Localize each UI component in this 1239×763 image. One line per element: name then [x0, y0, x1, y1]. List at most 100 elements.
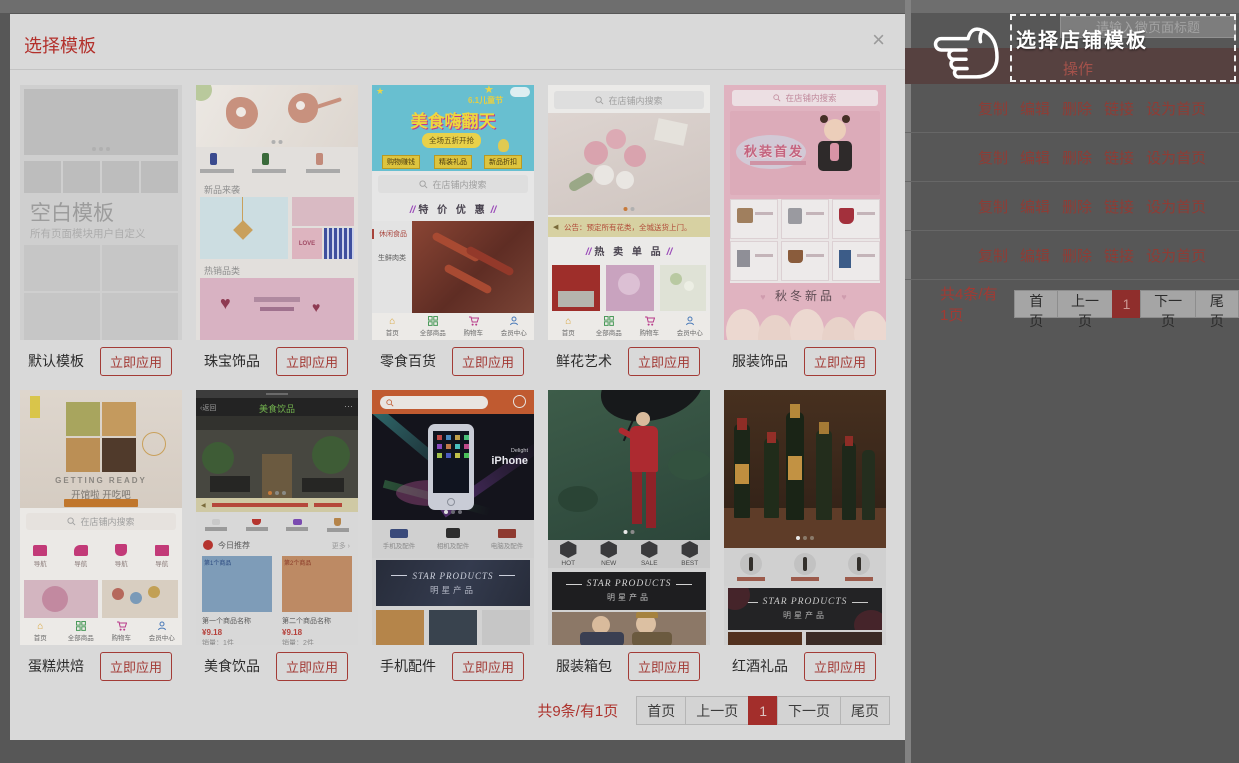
- current-page-button[interactable]: 1: [1112, 290, 1142, 318]
- last-page-button[interactable]: 尾页: [840, 696, 890, 725]
- apply-template-button[interactable]: 立即应用: [628, 347, 700, 376]
- heart-icon: ♥: [220, 293, 231, 314]
- mini-tabbar: ⌂首页 全部商品 购物车 会员中心: [548, 313, 710, 340]
- side-tab: 生鲜肉类: [372, 253, 412, 263]
- notice-bar: ◀ 公告：预定所有花类，全城送货上门。: [548, 217, 710, 237]
- first-page-button[interactable]: 首页: [636, 696, 686, 725]
- apply-template-button[interactable]: 立即应用: [804, 347, 876, 376]
- tab-cart: 购物车: [453, 313, 494, 340]
- delete-link[interactable]: 删除: [1062, 98, 1092, 119]
- model-oval: [726, 309, 760, 340]
- copy-link[interactable]: 复制: [978, 196, 1008, 217]
- brand: iPhone: [491, 455, 528, 467]
- yellow-tag: [30, 396, 40, 418]
- apply-template-button[interactable]: 立即应用: [100, 652, 172, 681]
- carousel-dots: [444, 510, 462, 514]
- first-page-button[interactable]: 首页: [1014, 290, 1058, 318]
- edit-link[interactable]: 编辑: [1020, 98, 1050, 119]
- plant: [312, 436, 350, 474]
- banner-button: 精装礼品: [434, 155, 472, 169]
- template-name: 珠宝饰品: [204, 351, 260, 371]
- menu-item: [196, 514, 237, 536]
- phone-screen: [433, 431, 469, 493]
- section-icon: [203, 540, 213, 550]
- apply-template-button[interactable]: 立即应用: [100, 347, 172, 376]
- set-home-link[interactable]: 设为首页: [1146, 147, 1206, 168]
- phone-body: [428, 424, 474, 510]
- edit-link[interactable]: 编辑: [1020, 147, 1050, 168]
- hex-badge: [640, 541, 659, 558]
- background-pagination: 共4条/有1页 首页 上一页 1 下一页 尾页: [905, 289, 1239, 319]
- speaker-icon: ◀: [553, 223, 558, 231]
- set-home-link[interactable]: 设为首页: [1146, 245, 1206, 266]
- carousel-dots: [92, 147, 110, 151]
- copy-link[interactable]: 复制: [978, 147, 1008, 168]
- red-suit: [630, 426, 658, 472]
- template-card: 空白模板 所有页面模块用户自定义 默认模板 立即应用: [20, 85, 182, 376]
- delete-link[interactable]: 删除: [1062, 245, 1092, 266]
- set-home-link[interactable]: 设为首页: [1146, 196, 1206, 217]
- delete-link[interactable]: 删除: [1062, 147, 1092, 168]
- prev-page-button[interactable]: 上一页: [685, 696, 749, 725]
- tab-products: 全部商品: [61, 618, 102, 645]
- category-text-bar: [252, 169, 286, 173]
- girl-face: [824, 119, 846, 141]
- label-bar: [806, 212, 824, 215]
- set-home-link[interactable]: 设为首页: [1146, 98, 1206, 119]
- category-text-bar: [200, 169, 234, 173]
- suit-photo: [548, 390, 710, 540]
- title-bar: ‹返回 美食饮品 ⋯: [196, 398, 358, 416]
- cookie: [130, 592, 142, 604]
- counter: [196, 416, 358, 430]
- copy-link[interactable]: 复制: [978, 245, 1008, 266]
- drink-icon: [334, 518, 341, 526]
- apply-template-button[interactable]: 立即应用: [276, 347, 348, 376]
- cookie: [148, 586, 160, 598]
- apply-template-button[interactable]: 立即应用: [628, 652, 700, 681]
- star-products-banner: STAR PRODUCTS 明星产品: [728, 588, 882, 630]
- grid-cell: [832, 199, 880, 239]
- template-name: 手机配件: [380, 656, 436, 676]
- apply-template-button[interactable]: 立即应用: [452, 652, 524, 681]
- template-thumbnail-jewelry: 新品来袭 LOVE 热销品类 ♥ ♥: [196, 85, 358, 340]
- menu-item: [318, 514, 359, 536]
- link-link[interactable]: 链接: [1104, 98, 1134, 119]
- current-page-button[interactable]: 1: [748, 696, 778, 725]
- en-title: GETTING READY: [20, 476, 182, 485]
- menu-text-bar: [205, 527, 227, 531]
- last-page-button[interactable]: 尾页: [1195, 290, 1239, 318]
- notice-text: 公告：预定所有花类，全城送货上门。: [564, 222, 692, 233]
- grid-cell: [730, 241, 778, 281]
- close-icon[interactable]: ×: [866, 28, 891, 52]
- section-heading: //热 卖 单 品//: [548, 243, 710, 258]
- link-link[interactable]: 链接: [1104, 147, 1134, 168]
- next-page-button[interactable]: 下一页: [1140, 290, 1195, 318]
- model-oval: [854, 311, 886, 340]
- plant: [202, 442, 234, 474]
- delete-link[interactable]: 删除: [1062, 196, 1092, 217]
- copy-link[interactable]: 复制: [978, 98, 1008, 119]
- product-name: 第二个商品名称: [282, 616, 331, 626]
- link-link[interactable]: 链接: [1104, 245, 1134, 266]
- edit-link[interactable]: 编辑: [1020, 196, 1050, 217]
- prev-page-button[interactable]: 上一页: [1057, 290, 1112, 318]
- link-link[interactable]: 链接: [1104, 196, 1134, 217]
- tab-member: 会员中心: [142, 618, 183, 645]
- bread-cube: [102, 402, 136, 436]
- edit-link[interactable]: 编辑: [1020, 245, 1050, 266]
- rose: [624, 145, 646, 167]
- grid-icon: [428, 316, 438, 326]
- tab-member: 会员中心: [670, 313, 711, 340]
- apply-template-button[interactable]: 立即应用: [804, 652, 876, 681]
- jacket-item: [737, 208, 753, 223]
- product-block-orange: 第2个商品: [282, 556, 352, 612]
- apply-template-button[interactable]: 立即应用: [276, 652, 348, 681]
- template-card: ★ ★ 6.1儿童节 美食嗨翻天 全场五折开抢 购物赚钱 精装礼品 新品折扣 在…: [372, 85, 534, 376]
- section-heading: ♥ 秋冬新品 ♥: [724, 287, 886, 304]
- template-thumbnail-cake: GETTING READY 开馆啦 开吃吧 在店铺内搜索 导航 导航 导航 导航: [20, 390, 182, 645]
- next-page-button[interactable]: 下一页: [777, 696, 841, 725]
- tour-label: 选择店铺模板: [1016, 24, 1148, 53]
- apply-template-button[interactable]: 立即应用: [452, 347, 524, 376]
- product-photo: [429, 610, 477, 645]
- person-icon: [685, 316, 695, 326]
